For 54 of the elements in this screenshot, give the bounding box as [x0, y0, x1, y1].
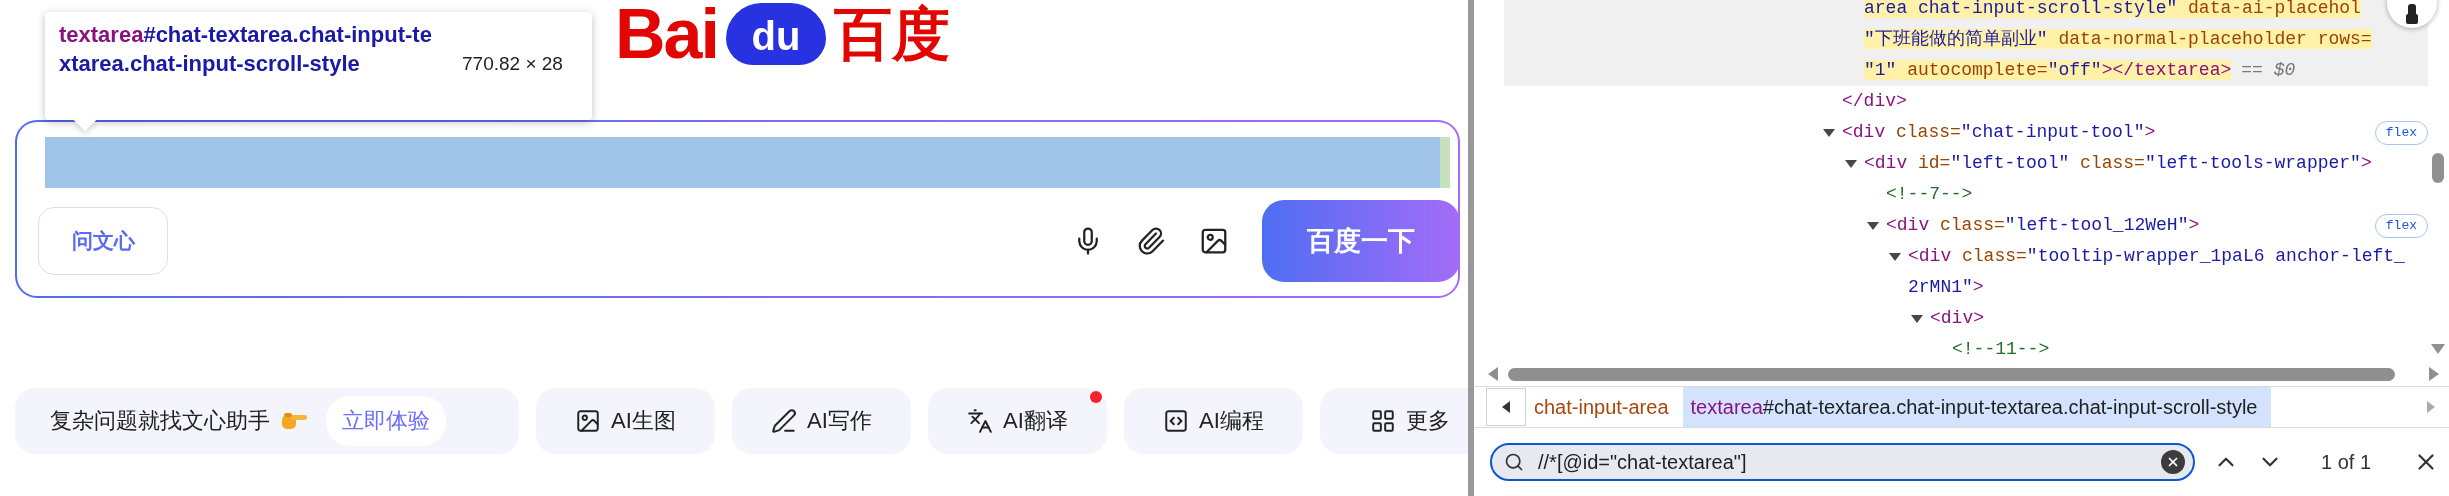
scroll-right-arrow-icon[interactable]: [2429, 367, 2439, 381]
code-line[interactable]: <div class="left-tool_12WeH">: [1886, 210, 2369, 241]
code-line[interactable]: </div>: [1842, 86, 2428, 117]
breadcrumb[interactable]: textarea#chat-textarea.chat-input-textarea.chat-input-scroll-style: [1682, 387, 2272, 427]
logo-text: Bai: [615, 3, 718, 65]
match-count: 1 of 1: [2321, 450, 2372, 474]
grid-icon: [1369, 408, 1396, 434]
notification-dot: [1090, 391, 1102, 403]
code-line[interactable]: <div>: [1930, 303, 2428, 334]
code-line[interactable]: <div class="tooltip-wrapper_1paL6 anchor-left_: [1908, 241, 2428, 272]
scrollbar-thumb[interactable]: [2432, 153, 2444, 183]
code-line[interactable]: <!--7-->: [1886, 179, 2428, 210]
search-field[interactable]: //*[@id="chat-textarea"]: [1490, 443, 2195, 481]
expand-triangle-icon[interactable]: [1866, 220, 1880, 231]
image-icon: [575, 408, 602, 434]
figure-icon: [2405, 4, 2419, 24]
tool-chip[interactable]: AI编程: [1124, 388, 1303, 454]
expand-triangle-icon[interactable]: [1910, 313, 1924, 324]
clear-button[interactable]: [2161, 450, 2185, 474]
promo-chip[interactable]: 复杂问题就找文心助手 立即体验: [15, 388, 519, 454]
breadcrumb[interactable]: chat-input-area: [1526, 387, 1683, 427]
code-line[interactable]: <div id="left-tool" class="left-tools-wrapper">: [1864, 148, 2428, 179]
paperclip-icon[interactable]: [1136, 226, 1166, 256]
pen-icon: [771, 408, 798, 434]
element-size: 770.82 × 28: [462, 52, 563, 76]
clear-icon: [2166, 455, 2180, 469]
expand-triangle-icon[interactable]: [1822, 127, 1836, 138]
search-button[interactable]: 百度一下: [1262, 200, 1460, 282]
expand-triangle-icon[interactable]: [1844, 158, 1858, 169]
scrollbar-thumb[interactable]: [1508, 367, 2395, 381]
paw-logo: du: [725, 3, 826, 65]
caret-left-icon: [1502, 401, 1510, 413]
code-line[interactable]: 2rMN1">: [1908, 272, 2428, 303]
logo-text: 百度: [833, 3, 950, 65]
image-icon[interactable]: [1199, 226, 1229, 256]
console-reference: == $0: [2241, 60, 2296, 80]
tool-chip[interactable]: AI翻译: [928, 388, 1107, 454]
scroll-down-arrow-icon[interactable]: [2431, 344, 2445, 354]
tool-chip[interactable]: AI生图: [536, 388, 715, 454]
code-line[interactable]: <div class="chat-input-tool">: [1842, 117, 2369, 148]
code-line[interactable]: <!--11-->: [1952, 334, 2428, 362]
search-input[interactable]: //*[@id="chat-textarea"]: [1536, 449, 2149, 475]
element-selector: textarea#chat-textarea.chat-input-textarea.chat-input-scroll-style: [59, 21, 433, 78]
translate-icon: [967, 408, 994, 434]
try-now-link[interactable]: 立即体验: [326, 396, 446, 446]
breadcrumb-back-button[interactable]: [1486, 388, 1526, 426]
chip-label: 复杂问题就找文心助手: [50, 407, 270, 435]
tool-chip[interactable]: 更多: [1320, 388, 1468, 454]
scroll-left-arrow-icon[interactable]: [1488, 367, 1498, 381]
wenxin-button[interactable]: 问文心: [38, 207, 168, 275]
expand-triangle-icon[interactable]: [1888, 251, 1902, 262]
tool-chip[interactable]: AI写作: [732, 388, 911, 454]
search-icon: [1504, 452, 1524, 472]
code-icon: [1163, 408, 1190, 434]
